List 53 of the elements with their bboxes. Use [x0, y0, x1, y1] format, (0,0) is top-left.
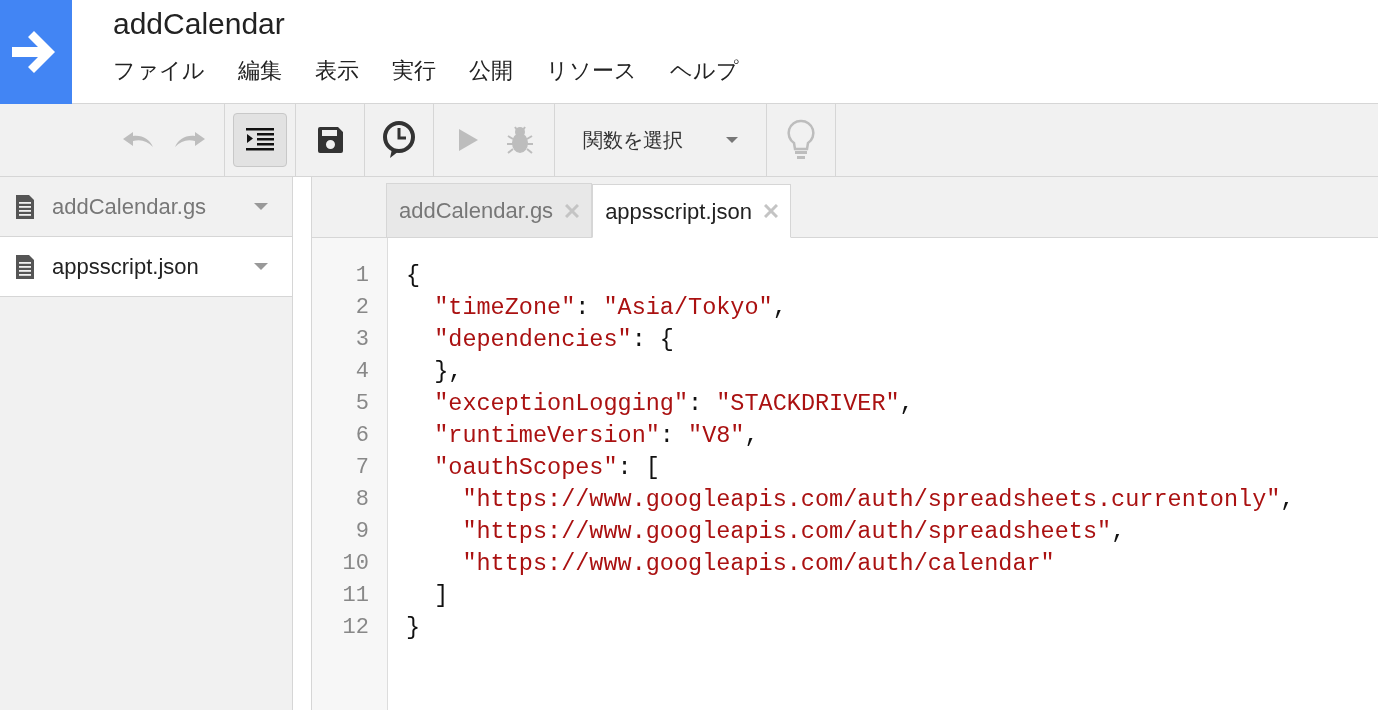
line-number: 4 [355, 358, 369, 386]
editor-tab[interactable]: appsscript.json [592, 184, 791, 238]
menu-item[interactable]: 実行 [392, 57, 436, 85]
play-icon [457, 128, 479, 152]
dropdown-caret-icon[interactable] [254, 203, 268, 210]
menu-item[interactable]: ヘルプ [670, 57, 739, 85]
line-number: 10 [342, 550, 369, 578]
line-number: 6 [355, 422, 369, 450]
line-number: 5 [355, 390, 369, 418]
undo-icon [121, 130, 155, 150]
code-line: "exceptionLogging": "STACKDRIVER", [433, 389, 914, 419]
app-logo[interactable] [0, 0, 72, 104]
line-number: 1 [355, 262, 369, 290]
line-number: 8 [355, 486, 369, 514]
code-line: "https://www.googleapis.com/auth/spreadsheets.currentonly", [461, 485, 1295, 515]
redo-icon [173, 130, 207, 150]
line-number: 2 [355, 294, 369, 322]
code-line: { [406, 261, 421, 291]
document-icon [16, 254, 34, 279]
line-number: 3 [355, 326, 369, 354]
line-number: 7 [355, 454, 369, 482]
code-line: "runtimeVersion": "V8", [433, 421, 759, 451]
lightbulb-icon [786, 119, 816, 161]
line-number: 12 [342, 614, 369, 642]
dropdown-caret-icon [726, 137, 738, 143]
editor-tab[interactable]: addCalendar.gs [386, 183, 593, 237]
file-item[interactable]: appsscript.json [0, 237, 292, 297]
close-icon[interactable] [763, 204, 778, 218]
line-number: 11 [342, 582, 369, 610]
bug-icon [504, 124, 536, 156]
dropdown-caret-icon[interactable] [254, 263, 268, 270]
document-icon [16, 194, 34, 219]
code-line: }, [433, 357, 463, 387]
project-title[interactable]: addCalendar [113, 4, 739, 44]
file-name: appsscript.json [52, 253, 199, 281]
file-name: addCalendar.gs [52, 193, 207, 221]
code-line: "dependencies": { [433, 325, 674, 355]
menu-item[interactable]: ファイル [113, 57, 205, 85]
code-line: "oauthScopes": [ [433, 453, 660, 483]
close-icon[interactable] [565, 203, 580, 218]
line-number: 9 [355, 518, 369, 546]
menu-item[interactable]: 編集 [238, 57, 282, 85]
code-line: ] [433, 581, 449, 611]
indent-icon [245, 127, 275, 153]
code-line: } [406, 613, 421, 643]
code-line: "timeZone": "Asia/Tokyo", [433, 293, 787, 323]
menu-item[interactable]: 表示 [315, 57, 359, 85]
menu-item[interactable]: リソース [546, 57, 637, 85]
menu-item[interactable]: 公開 [469, 57, 513, 85]
indent-button[interactable] [233, 113, 287, 167]
code-line: "https://www.googleapis.com/auth/spreadsheets", [461, 517, 1126, 547]
clock-bubble-icon [381, 120, 417, 160]
code-line: "https://www.googleapis.com/auth/calendar" [461, 549, 1055, 579]
